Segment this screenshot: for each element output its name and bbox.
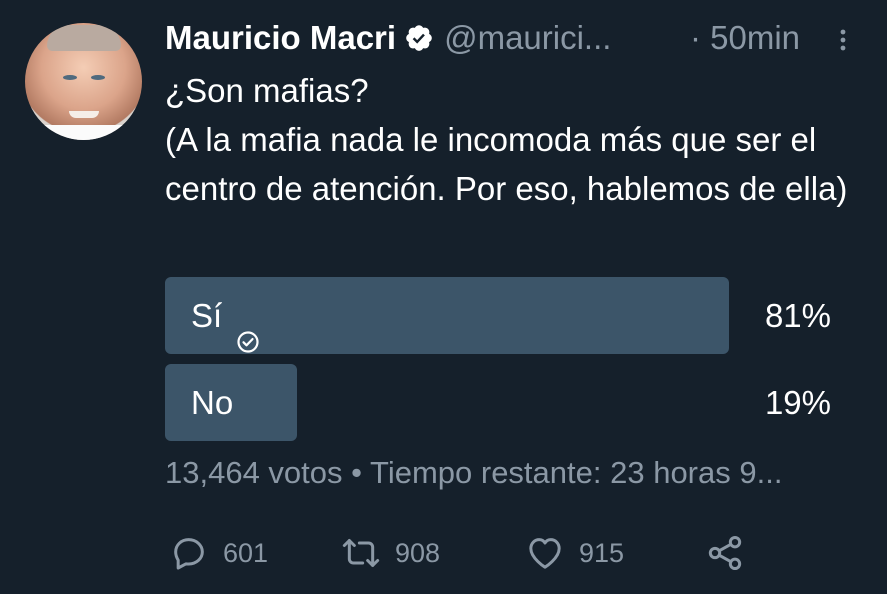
more-options-icon[interactable] — [837, 28, 849, 52]
retweet-icon — [342, 539, 380, 567]
avatar-eye-left — [63, 75, 77, 80]
poll-option-percent: 81% — [764, 297, 831, 334]
avatar-shirt — [25, 125, 142, 140]
poll-option-label-wrap: Sí — [191, 277, 260, 354]
tweet-text-line: ¿Son mafias? — [165, 72, 369, 109]
like-count: 915 — [579, 537, 625, 568]
poll-meta: 13,464 votos • Tiempo restante: 23 horas… — [165, 455, 783, 490]
retweet-button[interactable]: 908 — [341, 530, 440, 576]
avatar-hair — [47, 25, 121, 51]
poll-option-si[interactable]: Sí 81% — [165, 277, 835, 354]
poll-option-no[interactable]: No 19% — [165, 364, 835, 441]
like-button[interactable]: 915 — [525, 530, 624, 576]
heart-icon — [529, 538, 561, 569]
author-handle[interactable]: @maurici... — [444, 19, 611, 57]
reply-button[interactable]: 601 — [169, 530, 268, 576]
verified-badge-icon — [404, 23, 434, 53]
tweet-actions: 601 908 915 — [165, 530, 765, 576]
poll-option-label: No — [191, 384, 234, 421]
retweet-count: 908 — [395, 537, 441, 568]
avatar-eye-right — [91, 75, 105, 80]
avatar[interactable] — [25, 23, 142, 140]
check-circle-icon — [236, 304, 260, 353]
tweet-text-line: (A la mafia nada le incomoda más que ser… — [165, 121, 848, 207]
reply-icon — [174, 538, 204, 570]
share-icon — [708, 536, 742, 570]
share-button[interactable] — [705, 530, 759, 576]
poll-option-label: Sí — [191, 297, 223, 334]
avatar-mouth — [69, 111, 99, 118]
poll-option-percent: 19% — [764, 384, 831, 421]
tweet-header: Mauricio Macri @maurici... · 50min — [165, 16, 865, 60]
tweet-timestamp[interactable]: · 50min — [690, 19, 800, 57]
author-name[interactable]: Mauricio Macri — [165, 19, 396, 57]
poll-option-label-wrap: No — [191, 364, 233, 441]
reply-count: 601 — [223, 537, 269, 568]
tweet-text: ¿Son mafias? (A la mafia nada le incomod… — [165, 66, 865, 213]
